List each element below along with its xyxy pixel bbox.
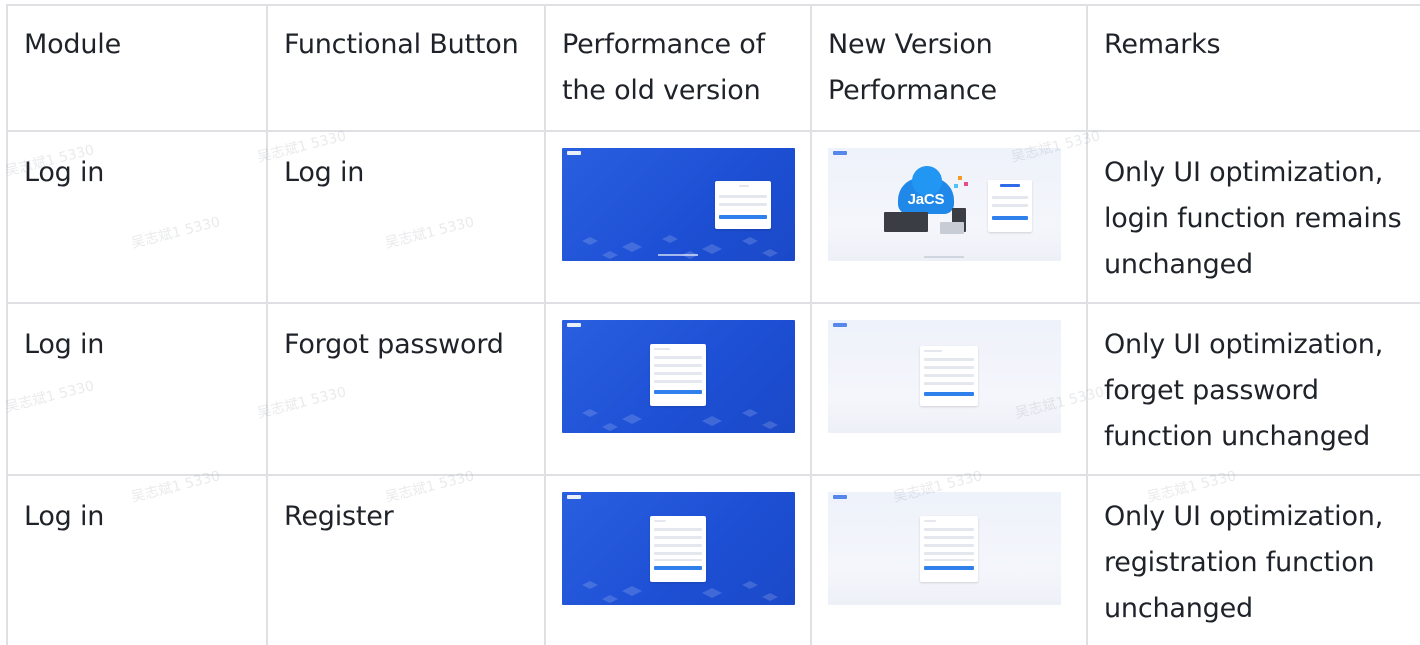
table-header-row: Module Functional Button Performance of … [6, 4, 1420, 132]
new-forgot-password-screenshot[interactable] [828, 320, 1061, 433]
table-row: Log in Register Only UI optimization, re… [6, 474, 1420, 645]
cell-module: Log in [6, 474, 268, 645]
header-remarks: Remarks [1086, 4, 1420, 132]
table-row: Log in Forgot password Only UI optimizat… [6, 302, 1420, 476]
logo-icon [567, 151, 581, 155]
cell-functional-button: Log in [266, 130, 546, 304]
cell-functional-button: Forgot password [266, 302, 546, 476]
cell-old-version [544, 302, 812, 476]
access-point-icon [940, 222, 964, 234]
cell-functional-button: Register [266, 474, 546, 645]
cell-module: Log in [6, 302, 268, 476]
forgot-password-card [650, 344, 706, 406]
cell-new-version [810, 302, 1088, 476]
cell-old-version [544, 130, 812, 304]
comparison-table: Module Functional Button Performance of … [6, 4, 1420, 645]
jacs-label: JaCS [907, 191, 945, 208]
logo-icon [833, 151, 847, 155]
header-new-version: New Version Performance [810, 4, 1088, 132]
old-forgot-password-screenshot[interactable] [562, 320, 795, 433]
header-functional-button: Functional Button [266, 4, 546, 132]
register-card [920, 516, 978, 582]
cell-remarks: Only UI optimization, login function rem… [1086, 130, 1420, 304]
cell-module: Log in [6, 130, 268, 304]
switch-device-icon [884, 212, 928, 232]
header-old-version: Performance of the old version [544, 4, 812, 132]
table-row: Log in Log in JaCS Only UI optimization,… [6, 130, 1420, 304]
new-login-screenshot[interactable]: JaCS [828, 148, 1061, 261]
cell-new-version [810, 474, 1088, 645]
old-register-screenshot[interactable] [562, 492, 795, 605]
cell-new-version: JaCS [810, 130, 1088, 304]
logo-icon [567, 323, 581, 327]
logo-icon [567, 495, 581, 499]
logo-icon [833, 323, 847, 327]
new-register-screenshot[interactable] [828, 492, 1061, 605]
login-card [715, 181, 771, 229]
login-card [988, 180, 1032, 232]
cell-remarks: Only UI optimization, forget password fu… [1086, 302, 1420, 476]
cell-old-version [544, 474, 812, 645]
old-login-screenshot[interactable] [562, 148, 795, 261]
forgot-password-card [920, 346, 978, 406]
header-module: Module [6, 4, 268, 132]
cell-remarks: Only UI optimization, registration funct… [1086, 474, 1420, 645]
logo-icon [833, 495, 847, 499]
register-card [650, 516, 706, 582]
